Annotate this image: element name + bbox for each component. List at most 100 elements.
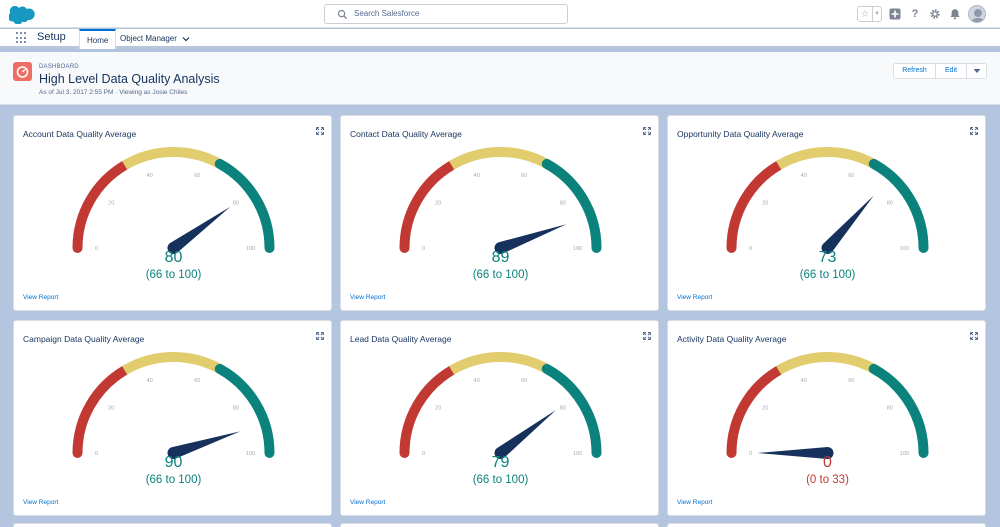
gauge-tick-label: 20 bbox=[108, 201, 114, 207]
add-icon[interactable] bbox=[888, 7, 902, 21]
dashboard-component-card-partial bbox=[340, 523, 659, 527]
gauge-range: (0 to 33) bbox=[806, 474, 849, 486]
gauge-tick-label: 40 bbox=[147, 173, 153, 179]
dashboard-component-card: Lead Data Quality Average 0 20 40 60 80 100 7… bbox=[340, 320, 659, 516]
view-report-link[interactable]: View Report bbox=[677, 294, 712, 301]
view-report-link[interactable]: View Report bbox=[677, 499, 712, 506]
gauge-band-low bbox=[726, 160, 784, 253]
tab-object-manager[interactable]: Object Manager bbox=[120, 29, 190, 49]
dashboard-actions: Refresh Edit bbox=[893, 63, 987, 79]
gauge-band-low bbox=[72, 365, 130, 458]
gauge-band-mid bbox=[122, 147, 223, 170]
dashboard-subtitle: As of Jul 3, 2017 2:55 PM · Viewing as J… bbox=[39, 89, 188, 96]
gauge-band-high bbox=[541, 363, 602, 458]
gauge-tick-label: 60 bbox=[521, 173, 527, 179]
gauge-band-mid bbox=[776, 352, 877, 375]
tab-home[interactable]: Home bbox=[79, 29, 117, 49]
gauge-tick-label: 80 bbox=[887, 201, 893, 207]
gauge-tick-label: 80 bbox=[560, 201, 566, 207]
search-icon bbox=[337, 9, 348, 20]
dashboard-component-card: Campaign Data Quality Average 0 20 40 60 80 1… bbox=[13, 320, 332, 516]
view-report-link[interactable]: View Report bbox=[350, 294, 385, 301]
gauge-needle bbox=[821, 195, 874, 254]
gauge-tick-label: 60 bbox=[194, 173, 200, 179]
dashboard-header: DASHBOARD High Level Data Quality Analys… bbox=[0, 52, 1000, 105]
gauge-range: (66 to 100) bbox=[145, 269, 202, 281]
dashboard-eyebrow: DASHBOARD bbox=[39, 64, 79, 70]
gauge-tick-label: 20 bbox=[762, 406, 768, 412]
gauge-tick-label: 40 bbox=[801, 173, 807, 179]
gauge-tick-label: 40 bbox=[147, 378, 153, 384]
gauge-value: 79 bbox=[491, 454, 510, 471]
gauge-tick-label: 80 bbox=[560, 406, 566, 412]
gauge-value: 80 bbox=[164, 249, 183, 266]
gauge-tick-label: 40 bbox=[474, 378, 480, 384]
tab-object-manager-label: Object Manager bbox=[120, 34, 177, 43]
gauge-band-high bbox=[214, 363, 275, 458]
app-navigation-bar: Setup Home Object Manager bbox=[0, 29, 1000, 49]
gauge-band-low bbox=[72, 160, 130, 253]
dashboard-component-card: Opportunity Data Quality Average 0 20 40 60… bbox=[667, 115, 986, 311]
salesforce-logo-icon[interactable] bbox=[9, 6, 36, 24]
gauge-tick-label: 40 bbox=[801, 378, 807, 384]
gauge-value: 0 bbox=[823, 454, 832, 471]
gauge-band-high bbox=[541, 158, 602, 253]
notifications-bell-icon[interactable] bbox=[948, 7, 962, 21]
gauge-range: (66 to 100) bbox=[145, 474, 202, 486]
gauge-band-low bbox=[726, 365, 784, 458]
gauge-range: (66 to 100) bbox=[472, 269, 529, 281]
gauge-band-low bbox=[399, 365, 457, 458]
gauge-value: 90 bbox=[164, 454, 183, 471]
gauge-tick-label: 20 bbox=[435, 406, 441, 412]
dashboard-component-card-partial bbox=[13, 523, 332, 527]
gauge-range: (66 to 100) bbox=[472, 474, 529, 486]
gauge-tick-label: 80 bbox=[233, 201, 239, 207]
gauge-band-mid bbox=[449, 147, 550, 170]
gauge-tick-label: 20 bbox=[108, 406, 114, 412]
gauge-value: 89 bbox=[491, 249, 510, 266]
gauge-needle bbox=[494, 410, 556, 459]
gauge-band-mid bbox=[776, 147, 877, 170]
gauge-tick-label: 60 bbox=[521, 378, 527, 384]
gauge-range: (66 to 100) bbox=[799, 269, 856, 281]
view-report-link[interactable]: View Report bbox=[23, 294, 58, 301]
user-avatar[interactable] bbox=[968, 5, 986, 23]
favorites-star-icon[interactable]: ☆ bbox=[858, 7, 872, 21]
caret-down-icon bbox=[973, 69, 980, 73]
more-actions-button[interactable] bbox=[967, 63, 987, 79]
gauge-tick-label: 20 bbox=[762, 201, 768, 207]
gauge-band-low bbox=[399, 160, 457, 253]
dashboard-icon bbox=[13, 62, 32, 81]
gauge-tick-label: 60 bbox=[194, 378, 200, 384]
favorites-chevron-down-icon[interactable]: ▼ bbox=[872, 7, 881, 21]
dashboard-component-card: Activity Data Quality Average 0 20 40 60 80 1… bbox=[667, 320, 986, 516]
search-placeholder: Search Salesforce bbox=[354, 9, 420, 18]
gauge-band-high bbox=[868, 363, 929, 458]
app-name: Setup bbox=[37, 31, 66, 43]
chevron-down-icon[interactable] bbox=[182, 35, 190, 43]
refresh-button[interactable]: Refresh bbox=[893, 63, 936, 79]
header-utility-icons: ☆ ▼ ? bbox=[857, 4, 986, 24]
gauge-tick-label: 60 bbox=[848, 378, 854, 384]
help-icon[interactable]: ? bbox=[908, 7, 922, 21]
view-report-link[interactable]: View Report bbox=[23, 499, 58, 506]
gauge-band-mid bbox=[122, 352, 223, 375]
edit-button[interactable]: Edit bbox=[936, 63, 967, 79]
favorites-group[interactable]: ☆ ▼ bbox=[857, 6, 882, 22]
gauge-needle bbox=[167, 206, 231, 254]
gauge-tick-label: 80 bbox=[887, 406, 893, 412]
global-search-input[interactable]: Search Salesforce bbox=[324, 4, 568, 24]
gauge-band-mid bbox=[449, 352, 550, 375]
dashboard-component-card: Contact Data Quality Average 0 20 40 60 80 10… bbox=[340, 115, 659, 311]
gauge-tick-label: 40 bbox=[474, 173, 480, 179]
gauge-tick-label: 60 bbox=[848, 173, 854, 179]
app-launcher-icon[interactable] bbox=[16, 32, 28, 44]
gauge-band-high bbox=[214, 158, 275, 253]
gauge-band-high bbox=[868, 158, 929, 253]
setup-gear-icon[interactable] bbox=[928, 7, 942, 21]
page-title: High Level Data Quality Analysis bbox=[39, 72, 220, 86]
view-report-link[interactable]: View Report bbox=[350, 499, 385, 506]
dashboard-grid: Account Data Quality Average 0 20 40 60 80 10… bbox=[0, 106, 1000, 527]
dashboard-component-card-partial bbox=[667, 523, 986, 527]
gauge-tick-label: 80 bbox=[233, 406, 239, 412]
